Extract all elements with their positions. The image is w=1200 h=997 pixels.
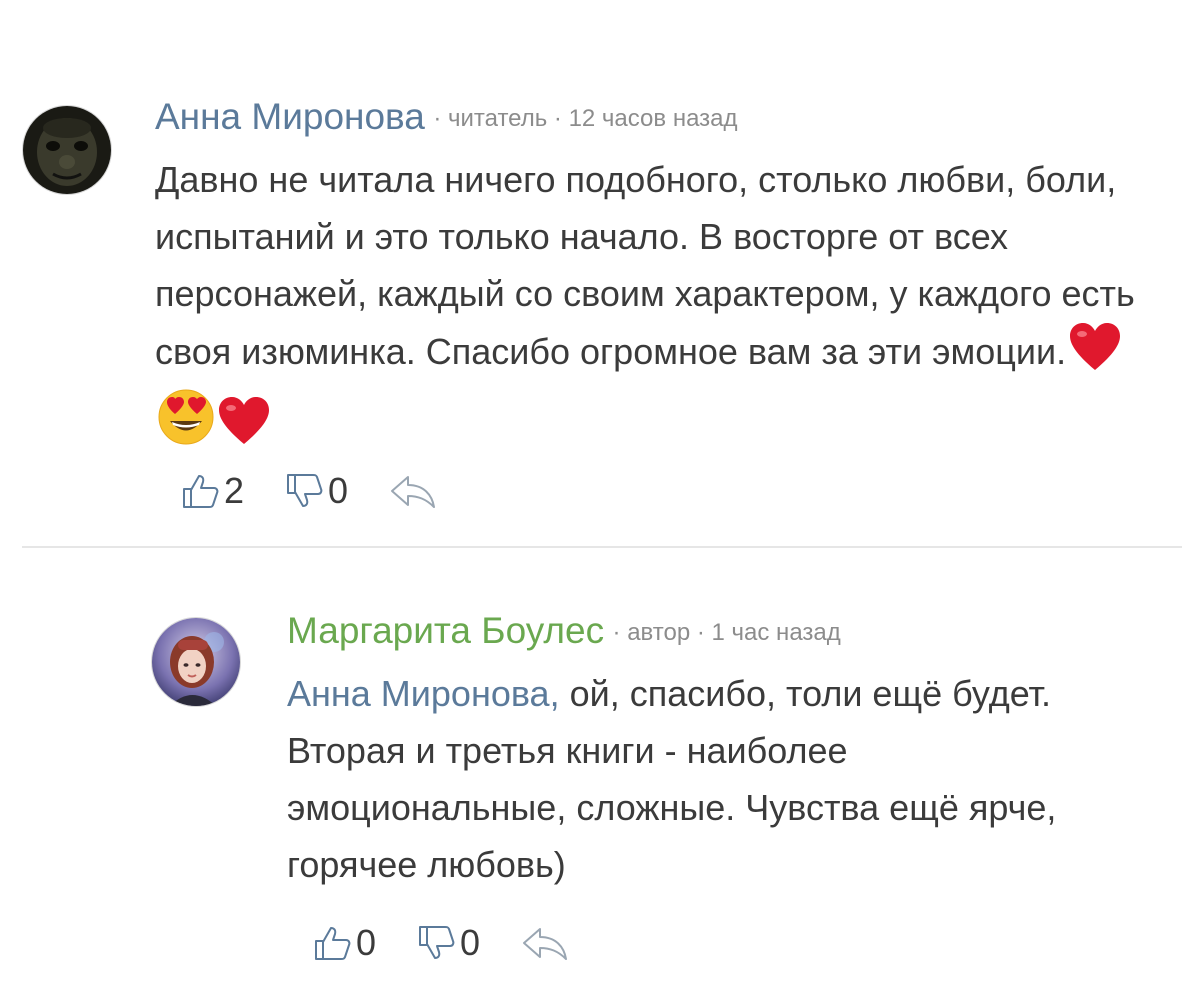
comment-header: Анна Миронова · читатель · 12 часов наза…	[155, 96, 738, 138]
reply-comment: Маргарита Боулес · автор · 1 час назад А…	[0, 548, 1200, 997]
reply-button[interactable]	[520, 923, 570, 963]
comment-actions: 0 0	[312, 922, 610, 964]
comment-meta: · читатель · 12 часов назад	[433, 105, 738, 132]
like-button[interactable]: 0	[312, 922, 376, 964]
comment: Анна Миронова · читатель · 12 часов наза…	[0, 0, 1200, 548]
comment-text: Анна Миронова, ой, спасибо, толи ещё буд…	[287, 665, 1067, 893]
reply-arrow-icon	[520, 923, 570, 963]
comment-meta: · автор · 1 час назад	[612, 619, 841, 646]
thumbs-up-icon	[180, 471, 220, 511]
heart-icon	[217, 396, 271, 462]
author-name[interactable]: Маргарита Боулес	[287, 610, 604, 651]
author-name[interactable]: Анна Миронова	[155, 96, 425, 137]
dislike-button[interactable]: 0	[284, 470, 348, 512]
avatar[interactable]	[151, 617, 241, 707]
thumbs-down-icon	[284, 471, 324, 511]
thumbs-up-icon	[312, 923, 352, 963]
dislike-button[interactable]: 0	[416, 922, 480, 964]
dislike-count: 0	[328, 470, 349, 511]
reply-button[interactable]	[388, 471, 438, 511]
heart-eyes-smiley-icon	[157, 388, 215, 462]
comment-body: Давно не читала ничего подобного, стольк…	[155, 159, 1135, 372]
like-count: 2	[224, 470, 245, 511]
thumbs-down-icon	[416, 923, 456, 963]
comment-actions: 2 0	[180, 470, 478, 512]
comment-text: Давно не читала ничего подобного, стольк…	[155, 151, 1165, 462]
comment-header: Маргарита Боулес · автор · 1 час назад	[287, 610, 841, 652]
mention-link[interactable]: Анна Миронова,	[287, 673, 560, 714]
heart-icon	[1068, 322, 1122, 388]
like-count: 0	[356, 922, 377, 963]
avatar[interactable]	[22, 105, 112, 195]
reply-arrow-icon	[388, 471, 438, 511]
dislike-count: 0	[460, 922, 481, 963]
like-button[interactable]: 2	[180, 470, 244, 512]
